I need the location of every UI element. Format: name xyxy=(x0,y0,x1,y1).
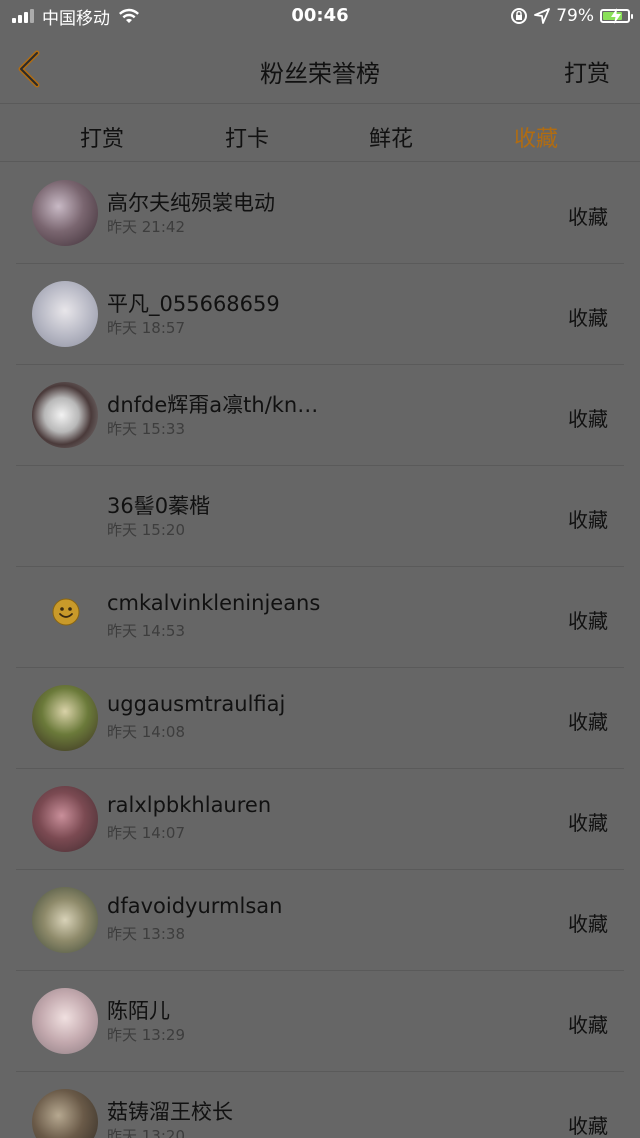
timestamp: 昨天 13:38 xyxy=(107,925,185,943)
status-bar: 中国移动 00:46 79% xyxy=(0,0,640,34)
favorite-label: 收藏 xyxy=(568,912,608,936)
tab-bar: 打赏 打卡 鲜花 收藏 xyxy=(0,105,640,162)
tab-reward[interactable]: 打赏 xyxy=(57,121,147,153)
avatar[interactable] xyxy=(32,988,98,1054)
timestamp: 昨天 13:20 xyxy=(107,1127,185,1138)
favorite-label: 收藏 xyxy=(568,710,608,734)
list-item[interactable]: ralxlpbkhlauren 昨天 14:07 收藏 xyxy=(0,769,640,870)
favorite-label: 收藏 xyxy=(568,811,608,835)
favorite-label: 收藏 xyxy=(568,306,608,330)
favorite-label: 收藏 xyxy=(568,205,608,229)
list-item[interactable]: 菇铸溜王校长昨天 13:20 收藏 xyxy=(0,1072,640,1138)
list-item[interactable]: dfavoidyurmlsan 昨天 13:38 收藏 xyxy=(0,870,640,971)
nav-bar: 粉丝荣誉榜 打赏 xyxy=(0,34,640,104)
list-item[interactable]: 36髻0蓁楷昨天 15:20 收藏 xyxy=(0,466,640,567)
user-name: cmkalvinkleninjeans xyxy=(107,591,321,615)
timestamp: 昨天 14:08 xyxy=(107,723,185,741)
avatar[interactable] xyxy=(32,786,98,852)
avatar[interactable] xyxy=(32,887,98,953)
reward-button[interactable]: 打赏 xyxy=(564,54,610,88)
list-item[interactable]: cmkalvinkleninjeans 昨天 14:53 收藏 xyxy=(0,567,640,668)
timestamp: 昨天 13:29 xyxy=(107,1026,185,1044)
rotation-lock-icon xyxy=(511,8,528,24)
screen: 中国移动 00:46 79% 粉丝荣誉榜 打赏 打赏 打卡 鲜花 收藏 高尔夫纯… xyxy=(0,0,640,1138)
timestamp: 昨天 14:53 xyxy=(107,622,185,640)
user-name: dfavoidyurmlsan xyxy=(107,894,283,918)
user-name: 平凡_055668659 xyxy=(107,292,280,316)
avatar[interactable] xyxy=(32,1089,98,1138)
user-name: dnfde辉甭a凛th/kn… xyxy=(107,393,319,417)
user-name: 菇铸溜王校长 xyxy=(107,1100,233,1124)
timestamp: 昨天 18:57 xyxy=(107,319,185,337)
timestamp: 昨天 14:07 xyxy=(107,824,185,842)
list-item[interactable]: dnfde辉甭a凛th/kn… 昨天 15:33 收藏 xyxy=(0,365,640,466)
fan-list: 高尔夫纯殒裳电动 昨天 21:42 收藏 平凡_055668659 昨天 18:57 收藏… xyxy=(0,163,640,1138)
tab-checkin[interactable]: 打卡 xyxy=(202,121,292,153)
avatar[interactable] xyxy=(32,281,98,347)
timestamp: 昨天 15:20 xyxy=(107,521,185,539)
status-right: 79% xyxy=(510,5,633,27)
timestamp: 昨天 21:42 xyxy=(107,218,185,236)
tab-favorites[interactable]: 收藏 xyxy=(491,121,581,153)
list-item[interactable]: 陈陌儿昨天 13:29 收藏 xyxy=(0,971,640,1072)
avatar[interactable] xyxy=(32,382,98,448)
favorite-label: 收藏 xyxy=(568,609,608,633)
user-name: uggausmtraulfiaj xyxy=(107,692,286,716)
tab-flowers[interactable]: 鲜花 xyxy=(346,121,436,153)
list-item[interactable]: 高尔夫纯殒裳电动昨天 21:42 收藏 xyxy=(0,163,640,264)
list-item[interactable]: uggausmtraulfiaj 昨天 14:08 收藏 xyxy=(0,668,640,769)
location-arrow-icon xyxy=(534,8,551,24)
favorite-label: 收藏 xyxy=(568,508,608,532)
avatar[interactable] xyxy=(32,685,98,751)
favorite-label: 收藏 xyxy=(568,1114,608,1138)
user-name: 高尔夫纯殒裳电动 xyxy=(107,191,275,215)
smiley-avatar-icon[interactable] xyxy=(52,598,80,626)
user-name: 陈陌儿 xyxy=(107,999,170,1023)
user-name: ralxlpbkhlauren xyxy=(107,793,272,817)
favorite-label: 收藏 xyxy=(568,1013,608,1037)
avatar[interactable] xyxy=(32,180,98,246)
user-name: 36髻0蓁楷 xyxy=(107,494,211,518)
favorite-label: 收藏 xyxy=(568,407,608,431)
avatar[interactable] xyxy=(32,483,98,549)
timestamp: 昨天 15:33 xyxy=(107,420,185,438)
battery-percent: 79% xyxy=(556,6,594,26)
charging-bolt-icon xyxy=(611,8,621,24)
list-item[interactable]: 平凡_055668659 昨天 18:57 收藏 xyxy=(0,264,640,365)
battery-icon xyxy=(600,8,633,24)
page-title: 粉丝荣誉榜 xyxy=(260,60,380,88)
